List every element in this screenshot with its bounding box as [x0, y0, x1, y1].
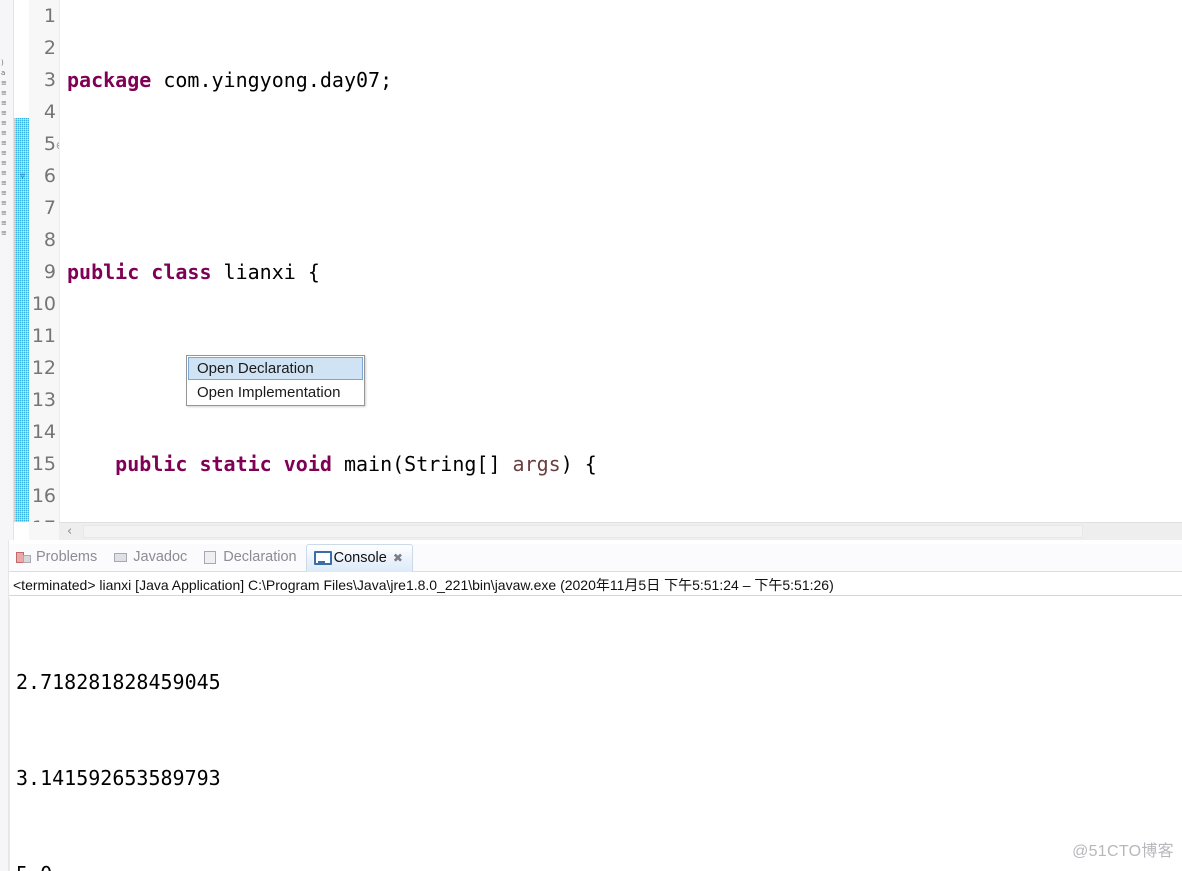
java-editor[interactable]: )a≡≡≡≡≡≡≡≡≡≡≡≡≡≡≡≡ ▿ 1 2 3 4 5⊖ 6 7 8 9 … [0, 0, 1182, 540]
code-line-1[interactable]: package com.yingyong.day07; [65, 64, 1182, 96]
close-icon[interactable]: ✖ [393, 545, 403, 572]
line-number: 6 [43, 165, 56, 187]
collapsed-view-glyphs: ) a ≡ ≡ ≡ ≡ ≡ ≡ ≡ ≡ ≡ ≡ ≡ ≡ ≡ ≡ ≡ ≡ [1, 59, 7, 237]
gutter-footer [29, 522, 59, 540]
line-number: 11 [31, 325, 56, 347]
line-numbers: 1 2 3 4 5⊖ 6 7 8 9 10 11 12 13 14 15 16 … [26, 0, 65, 544]
line-number: 1 [43, 5, 56, 27]
line-number: 8 [43, 229, 56, 251]
editor-horizontal-scrollbar[interactable]: ‹ [59, 522, 1182, 540]
line-number: 3 [43, 69, 56, 91]
view-tab-bar[interactable]: Problems Javadoc Declaration Console ✖ [9, 544, 1182, 572]
console-run-status: <terminated> lianxi [Java Application] C… [9, 574, 1182, 596]
bottom-view-panel: Problems Javadoc Declaration Console ✖ <t… [0, 540, 1182, 871]
console-output[interactable]: 2.718281828459045 3.141592653589793 5.0 … [9, 598, 1182, 871]
code-text-area[interactable]: package com.yingyong.day07; public class… [65, 0, 1182, 522]
console-icon [313, 551, 332, 565]
collapsed-view-bar[interactable]: ) a ≡ ≡ ≡ ≡ ≡ ≡ ≡ ≡ ≡ ≡ ≡ ≡ ≡ ≡ ≡ ≡ [0, 0, 14, 540]
javadoc-icon [113, 550, 129, 563]
watermark: @51CTO博客 [1072, 843, 1174, 860]
scrollbar-thumb[interactable] [83, 525, 1083, 538]
tab-label: Console [333, 550, 387, 566]
line-number: 15 [31, 453, 56, 475]
line-number: 14 [31, 421, 56, 443]
open-declaration-popup-menu[interactable]: Open Declaration Open Implementation [186, 355, 365, 406]
tab-javadoc[interactable]: Javadoc [106, 544, 196, 571]
eclipse-ide-window: )a≡≡≡≡≡≡≡≡≡≡≡≡≡≡≡≡ ▿ 1 2 3 4 5⊖ 6 7 8 9 … [0, 0, 1182, 871]
code-line-2[interactable] [65, 160, 1182, 192]
line-number: 10 [31, 293, 56, 315]
tab-problems[interactable]: Problems [9, 544, 106, 571]
tab-declaration[interactable]: Declaration [196, 544, 305, 571]
line-number: 16 [31, 485, 56, 507]
code-line-3[interactable]: public class lianxi { [65, 256, 1182, 288]
menu-item-open-declaration[interactable]: Open Declaration [188, 357, 363, 380]
line-number-ruler: 1 2 3 4 5⊖ 6 7 8 9 10 11 12 13 14 15 16 … [29, 0, 65, 540]
line-number: 4 [43, 101, 56, 123]
code-line-5[interactable]: public static void main(String[] args) { [65, 448, 1182, 480]
tab-label: Problems [36, 549, 98, 565]
scroll-left-arrow-icon[interactable]: ‹ [67, 524, 72, 540]
line-number: 12 [31, 357, 56, 379]
console-line: 2.718281828459045 [16, 670, 221, 694]
line-number: 7 [43, 197, 56, 219]
declaration-icon [203, 550, 219, 564]
panel-left-edge [0, 540, 9, 871]
line-number-with-fold: 5⊖ [26, 128, 65, 160]
tab-label: Javadoc [133, 549, 188, 565]
menu-item-open-implementation[interactable]: Open Implementation [187, 381, 364, 405]
line-number: 9 [43, 261, 56, 283]
console-line: 5.0 [16, 858, 1182, 871]
line-number: 13 [31, 389, 56, 411]
console-line: 3.141592653589793 [16, 766, 221, 790]
tab-label: Declaration [223, 549, 297, 565]
tab-console[interactable]: Console ✖ [305, 544, 413, 572]
problems-icon [16, 550, 32, 563]
line-number: 2 [43, 37, 56, 59]
